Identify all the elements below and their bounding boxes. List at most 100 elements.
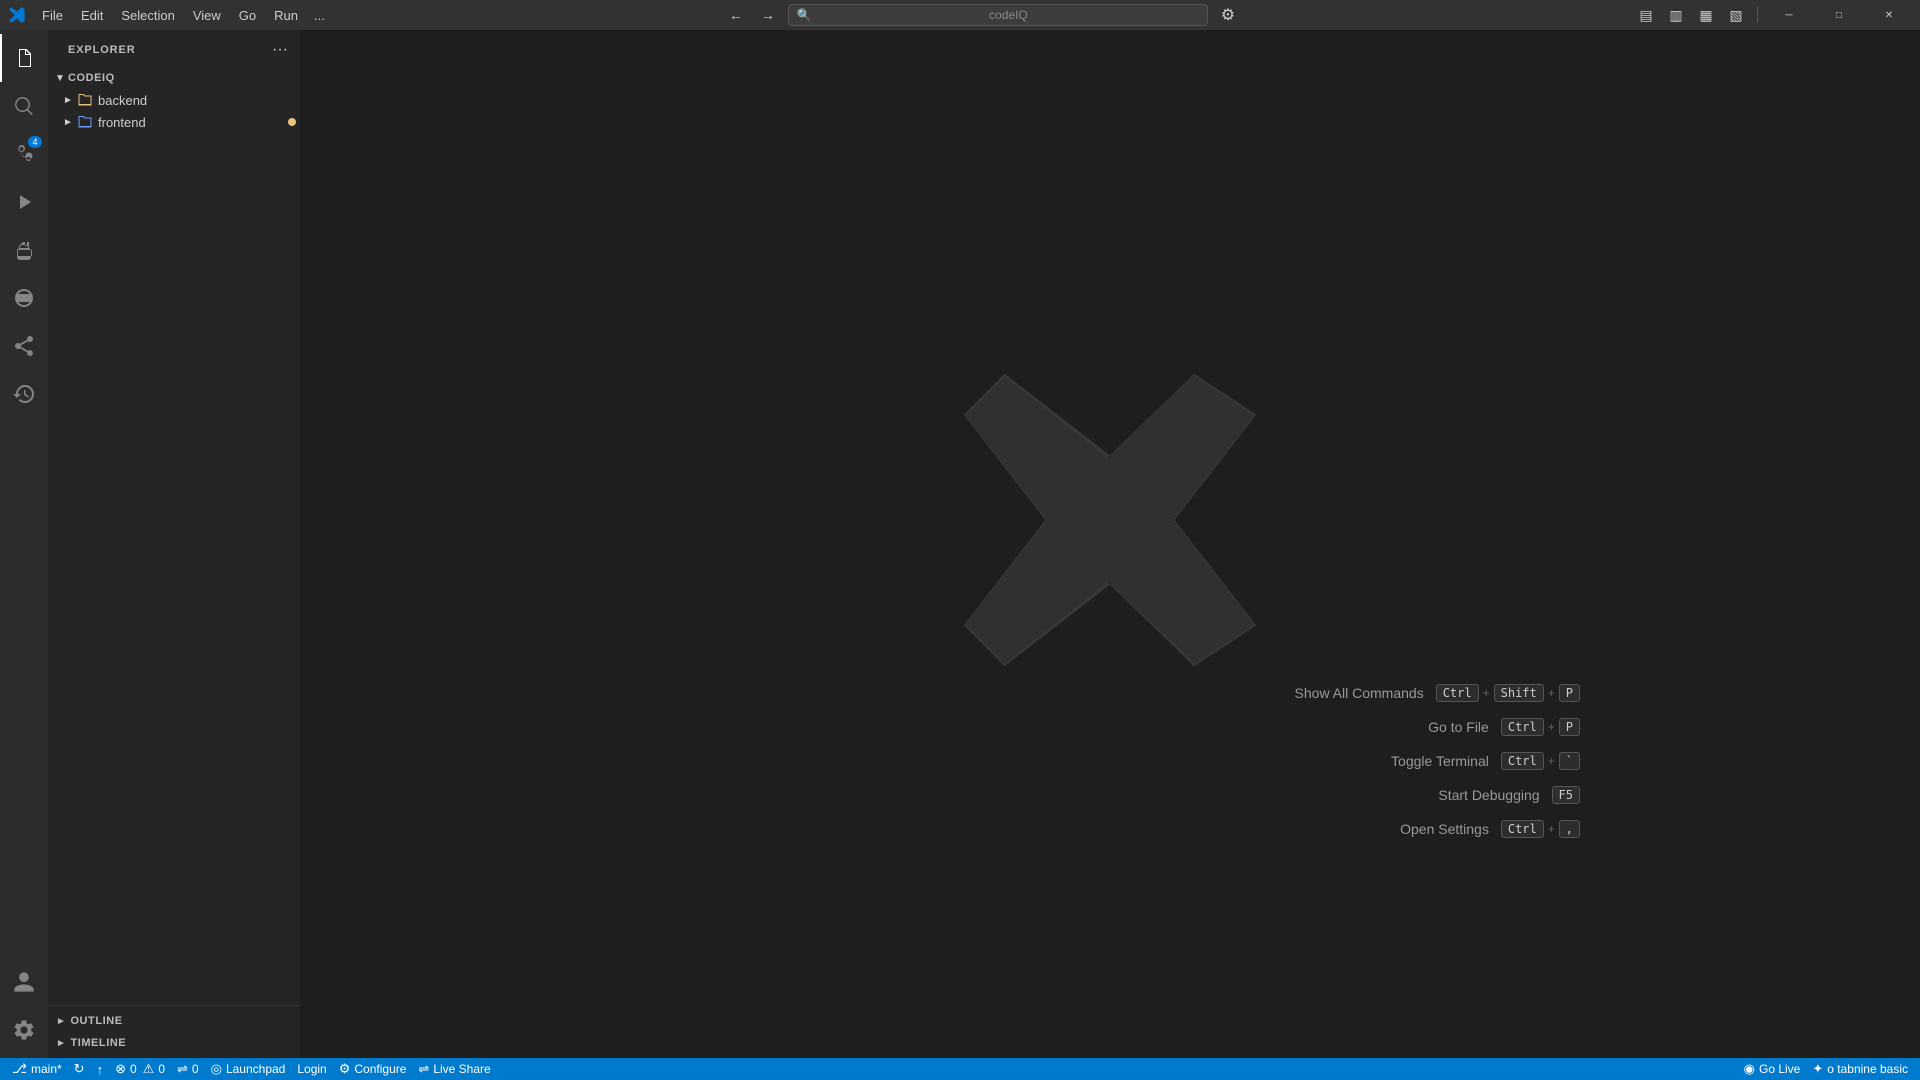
status-tabnine[interactable]: ✦ o tabnine basic [1806,1058,1914,1080]
ports-icon: ⇌ [177,1061,188,1077]
search-icon [12,94,36,118]
menu-more[interactable]: ... [308,6,331,25]
activity-remote-explorer[interactable] [0,274,48,322]
outline-arrow-icon: ► [56,1016,66,1027]
liveshare-icon [12,334,36,358]
extensions-icon [12,238,36,262]
menu-run[interactable]: Run [266,6,306,25]
launchpad-icon: ◎ [211,1061,222,1077]
shortcut-keys-1: Ctrl + P [1501,718,1580,736]
shortcut-keys-4: Ctrl + , [1501,820,1580,838]
configure-text: Configure [354,1062,406,1076]
key-sep-2: + [1548,754,1555,768]
status-bar-right: ◉ Go Live ✦ o tabnine basic [1738,1058,1914,1080]
timeline-section[interactable]: ► TIMELINE [48,1032,300,1054]
shortcut-label-4: Open Settings [1309,821,1489,837]
menu-edit[interactable]: Edit [73,6,111,25]
menu-selection[interactable]: Selection [113,6,182,25]
status-sync[interactable]: ↻ [68,1058,91,1080]
activity-explorer[interactable] [0,34,48,82]
shortcuts-grid: Show All Commands Ctrl + Shift + P Go to… [1244,684,1580,838]
frontend-label: frontend [98,115,288,130]
search-icon: 🔍 [797,8,812,22]
sidebar-more-button[interactable]: ··· [272,41,288,59]
shortcut-keys-2: Ctrl + ` [1501,752,1580,770]
menu-view[interactable]: View [185,6,229,25]
layout-button-1[interactable]: ▤ [1633,4,1659,26]
sync-icon: ↻ [74,1061,85,1077]
status-golive[interactable]: ◉ Go Live [1738,1058,1807,1080]
tree-item-backend[interactable]: ► backend [48,89,300,111]
warning-count: 0 [158,1062,165,1076]
timeline-arrow-icon: ► [56,1038,66,1049]
activity-search[interactable] [0,82,48,130]
error-count: 0 [130,1062,137,1076]
status-configure[interactable]: ⚙ Configure [333,1058,413,1080]
activity-accounts[interactable] [0,958,48,1006]
title-bar: File Edit Selection View Go Run ... ← → … [0,0,1920,30]
key-sep-1: + [1548,720,1555,734]
menu-go[interactable]: Go [231,6,264,25]
status-launchpad[interactable]: ◎ Launchpad [205,1058,292,1080]
activity-run[interactable] [0,178,48,226]
backend-label: backend [98,93,300,108]
title-bar-center: ← → 🔍 codeIQ ⚙ [724,4,1240,26]
menu-file[interactable]: File [34,6,71,25]
vscode-watermark-icon [940,350,1280,690]
outline-section[interactable]: ► OUTLINE [48,1010,300,1032]
explorer-icon [13,46,37,70]
minimize-button[interactable]: ─ [1766,0,1812,30]
activity-timeline[interactable] [0,370,48,418]
activity-settings[interactable] [0,1006,48,1054]
accounts-icon [12,970,36,994]
search-bar[interactable]: 🔍 codeIQ [788,4,1208,26]
activity-liveshare[interactable] [0,322,48,370]
menu-bar: File Edit Selection View Go Run ... [34,6,331,25]
status-liveshare[interactable]: ⇌ Live Share [412,1058,496,1080]
root-folder-item[interactable]: ▼ CODEIQ [48,67,300,89]
activity-source-control[interactable]: 4 [0,130,48,178]
layout-button-2[interactable]: ▥ [1663,4,1689,26]
warning-icon: ⚠ [143,1061,155,1077]
activity-bar: 4 [0,30,48,1058]
shortcut-toggle-terminal: Toggle Terminal Ctrl + ` [1244,752,1580,770]
status-ports[interactable]: ⇌ 0 [171,1058,205,1080]
nav-forward-button[interactable]: → [756,4,780,26]
configure-icon: ⚙ [339,1061,351,1077]
branch-text: main* [31,1062,62,1076]
frontend-folder-icon [76,113,94,131]
ports-count: 0 [192,1062,199,1076]
account-button[interactable]: ⚙ [1216,4,1240,26]
tree-item-frontend[interactable]: ► frontend [48,111,300,133]
backend-arrow-icon: ► [60,92,76,108]
maximize-button[interactable]: □ [1816,0,1862,30]
status-publish[interactable]: ↑ [91,1058,110,1080]
remote-explorer-icon [12,286,36,310]
divider [1757,7,1758,23]
frontend-arrow-icon: ► [60,114,76,130]
activity-extensions[interactable] [0,226,48,274]
shortcut-label-1: Go to File [1309,719,1489,735]
status-branch[interactable]: ⎇ main* [6,1058,68,1080]
key-ctrl-1: Ctrl [1501,718,1544,736]
title-bar-right: ▤ ▥ ▦ ▧ ─ □ ✕ [1633,0,1912,30]
sidebar: EXPLORER ··· ▼ CODEIQ ► backend [48,30,300,1058]
layout-button-3[interactable]: ▦ [1693,4,1719,26]
tabnine-icon: ✦ [1812,1061,1823,1077]
status-errors[interactable]: ⊗ 0 ⚠ 0 [109,1058,171,1080]
shortcut-open-settings: Open Settings Ctrl + , [1244,820,1580,838]
shortcut-label-2: Toggle Terminal [1309,753,1489,769]
activity-bottom [0,958,48,1054]
key-shift: Shift [1494,684,1544,702]
launchpad-text: Launchpad [226,1062,285,1076]
nav-back-button[interactable]: ← [724,4,748,26]
close-button[interactable]: ✕ [1866,0,1912,30]
backend-folder-icon [76,91,94,109]
editor-area: Show All Commands Ctrl + Shift + P Go to… [300,30,1920,1058]
layout-button-4[interactable]: ▧ [1723,4,1749,26]
frontend-modified-dot [288,118,296,126]
branch-icon: ⎇ [12,1061,27,1077]
title-bar-left: File Edit Selection View Go Run ... [8,6,331,25]
shortcut-label-0: Show All Commands [1244,685,1424,701]
status-login[interactable]: Login [291,1058,332,1080]
